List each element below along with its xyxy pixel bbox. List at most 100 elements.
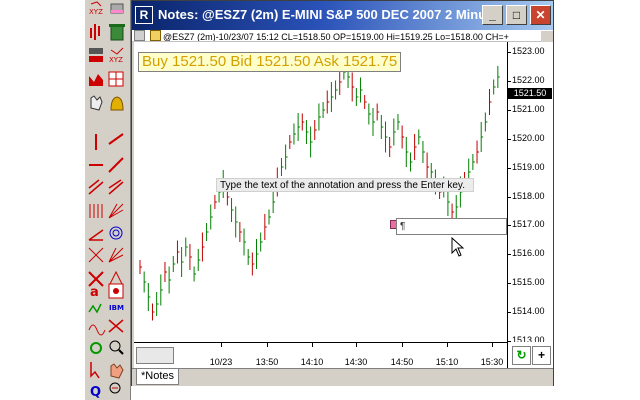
time-label: 15:30 <box>480 357 504 367</box>
fib-icon[interactable] <box>89 204 103 218</box>
time-label: 14:50 <box>390 357 414 367</box>
time-label: 14:10 <box>300 357 324 367</box>
time-axis[interactable]: 10/23 13:50 14:10 14:30 14:50 15:10 15:30 <box>134 342 507 368</box>
target-icon[interactable] <box>108 283 124 299</box>
last-price-badge: 1521.50 <box>508 88 552 99</box>
time-label: 10/23 <box>209 357 233 367</box>
time-label: 15:10 <box>435 357 459 367</box>
gann-icon[interactable] <box>88 247 104 263</box>
price-label: 1522.00 <box>512 74 545 85</box>
price-tick <box>508 138 511 140</box>
time-tick <box>447 343 448 347</box>
price-label: 1517.00 <box>512 219 545 230</box>
price-tick <box>508 109 511 111</box>
chart-window: R Notes: @ESZ7 (2m) E-MINI S&P 500 DEC 2… <box>131 0 554 386</box>
chart-icon[interactable] <box>89 74 103 86</box>
price-label: 1516.00 <box>512 248 545 259</box>
price-tick <box>508 283 511 285</box>
app-icon[interactable]: R <box>135 6 153 24</box>
svg-text:IBM: IBM <box>109 304 124 312</box>
price-tick <box>508 52 511 53</box>
price-label: 1514.00 <box>512 306 545 317</box>
svg-text:XYZ: XYZ <box>109 56 123 64</box>
time-tick <box>402 343 403 347</box>
price-label: 1518.00 <box>512 190 545 201</box>
channel-icon[interactable] <box>108 179 124 195</box>
price-tick <box>508 312 511 314</box>
diagonal-icon[interactable] <box>108 157 124 173</box>
time-label: 14:30 <box>344 357 368 367</box>
zigzag-icon[interactable] <box>88 303 102 314</box>
tab-bar: *Notes <box>132 368 553 386</box>
price-label: 1520.00 <box>512 132 545 143</box>
xyz2-icon[interactable] <box>89 48 103 62</box>
maximize-button[interactable]: □ <box>506 5 527 25</box>
fan-icon[interactable] <box>108 203 124 219</box>
price-axis[interactable]: 1523.00 1522.00 1521.00 1520.00 1519.00 1518.… <box>507 42 553 345</box>
price-label: 1515.00 <box>512 277 545 288</box>
grid-chart-icon[interactable] <box>108 71 124 87</box>
hline-icon[interactable] <box>108 133 124 145</box>
window-title: Notes: @ESZ7 (2m) E-MINI S&P 500 DEC 200… <box>158 7 488 22</box>
annotation-caret: ¶ <box>400 221 406 232</box>
price-tick <box>508 167 511 169</box>
chart-corner-buttons: ↻ + <box>507 342 553 368</box>
spiral-icon[interactable] <box>109 226 123 240</box>
hand-pan-icon[interactable] <box>110 363 124 379</box>
svg-text:XYZ: XYZ <box>89 8 103 16</box>
price-tick <box>508 254 511 256</box>
trash-icon[interactable] <box>109 24 125 41</box>
speed-icon[interactable] <box>108 247 124 263</box>
cross-icon[interactable] <box>88 271 104 287</box>
quote-box: Buy 1521.50 Bid 1521.50 Ask 1521.75 <box>138 52 402 72</box>
link-icon[interactable] <box>134 30 145 41</box>
title-bar[interactable]: R Notes: @ESZ7 (2m) E-MINI S&P 500 DEC 2… <box>132 1 553 30</box>
bars-icon[interactable] <box>90 24 100 40</box>
time-tick <box>221 343 222 347</box>
horizontal-scroll-box[interactable] <box>136 347 174 364</box>
parallel-icon[interactable] <box>88 179 104 195</box>
add-button[interactable]: + <box>532 346 551 365</box>
mouse-cursor-icon <box>451 237 465 257</box>
symbol-info-text: @ESZ7 (2m)-10/23/07 15:12 CL=1518.50 OP=… <box>163 32 509 42</box>
price-tick <box>508 80 511 82</box>
hand-icon[interactable] <box>90 95 103 111</box>
q-icon[interactable]: Q <box>90 385 101 400</box>
grid-icon[interactable]: XYZ <box>109 47 124 64</box>
close-button[interactable]: ✕ <box>530 5 551 25</box>
time-tick <box>312 343 313 347</box>
time-tick <box>492 343 493 347</box>
arrow-icon[interactable] <box>108 319 124 333</box>
time-tick <box>356 343 357 347</box>
price-tick <box>508 225 511 227</box>
xyz-icon[interactable]: XYZ <box>89 1 103 16</box>
price-chart[interactable]: Buy 1521.50 Bid 1521.50 Ask 1521.75 Type… <box>134 42 507 342</box>
toolbox-icons: XYZ XYZ a IBM Q <box>88 1 125 400</box>
ibm-icon[interactable]: IBM <box>109 304 124 312</box>
cursor-icon[interactable] <box>90 362 100 379</box>
price-tick <box>508 196 511 198</box>
drawing-toolbox: XYZ XYZ a IBM Q <box>85 0 131 400</box>
bell-icon[interactable] <box>110 96 124 111</box>
price-label: 1521.00 <box>512 103 545 114</box>
time-tick <box>267 343 268 347</box>
tab-notes[interactable]: *Notes <box>136 369 180 385</box>
letter-a-icon[interactable]: a <box>90 285 99 300</box>
refresh-icon[interactable]: ↻ <box>512 346 531 365</box>
price-label: 1519.00 <box>512 161 545 172</box>
expand-arrow-icon[interactable] <box>541 31 553 42</box>
time-label: 13:50 <box>255 357 279 367</box>
angle-icon[interactable] <box>88 229 104 241</box>
symbol-info-bar: @ESZ7 (2m)-10/23/07 15:12 CL=1518.50 OP=… <box>132 30 553 42</box>
zoom-out-icon[interactable] <box>109 382 121 394</box>
eraser-icon[interactable] <box>110 3 124 14</box>
lock-icon[interactable] <box>149 30 161 41</box>
cycle-icon[interactable] <box>90 342 102 354</box>
wave-icon[interactable] <box>88 324 106 336</box>
annotation-text-input[interactable]: ¶ <box>396 218 507 235</box>
svg-text:Q: Q <box>90 385 101 400</box>
price-label: 1523.00 <box>512 46 545 56</box>
annotation-hint: Type the text of the annotation and pres… <box>216 178 474 192</box>
zoom-icon[interactable] <box>109 340 124 355</box>
minimize-button[interactable]: _ <box>482 5 503 25</box>
